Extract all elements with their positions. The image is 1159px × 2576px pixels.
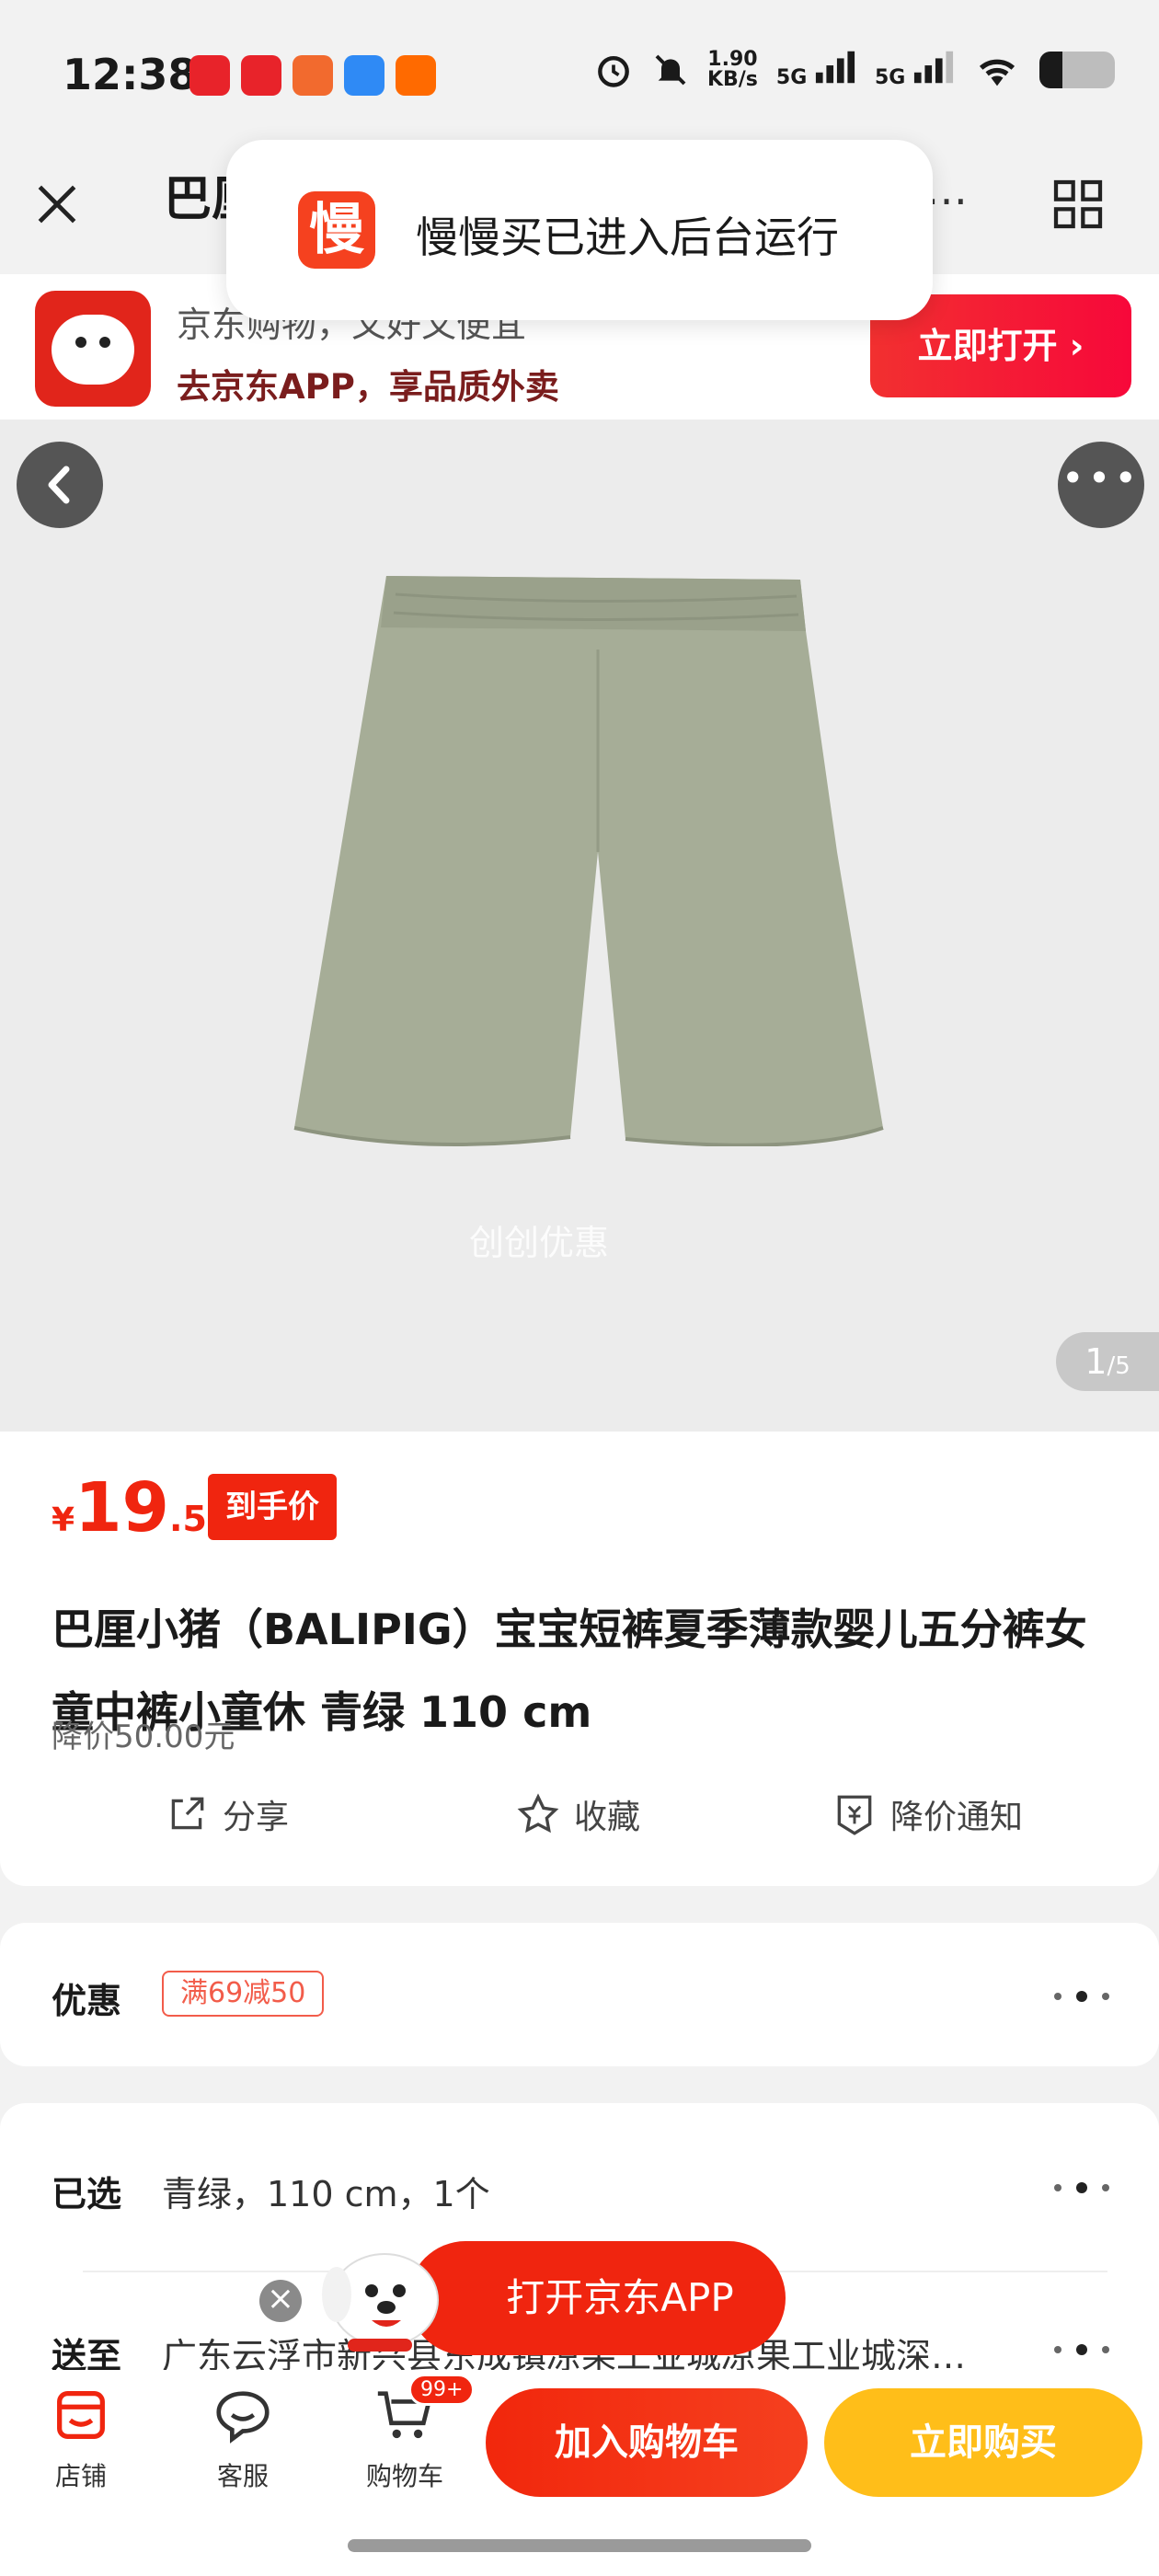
- cart-badge: 99+: [408, 2374, 476, 2406]
- jd-mascot-icon: [35, 291, 151, 407]
- mute-icon: [655, 54, 686, 86]
- manmanmai-logo-icon: 慢: [298, 191, 375, 269]
- promo-label: 优惠: [52, 1981, 122, 2021]
- app-notification-icon: [293, 55, 333, 96]
- system-icons: 1.90 KB/s 5G 5G: [593, 50, 1115, 90]
- chevron-left-icon: [48, 466, 70, 504]
- wifi-icon: [979, 59, 1016, 86]
- star-icon: [517, 1793, 559, 1834]
- final-price-badge: 到手价: [208, 1474, 337, 1540]
- more-options-button[interactable]: •••: [1058, 442, 1144, 528]
- app-notification-icon: [344, 55, 384, 96]
- alarm-icon: [598, 55, 629, 87]
- product-price: ¥19.50: [52, 1468, 232, 1547]
- store-icon: [57, 2391, 105, 2439]
- add-to-cart-button[interactable]: 加入购物车: [486, 2388, 808, 2497]
- selected-label: 已选: [52, 2174, 122, 2214]
- more-dots-icon[interactable]: [1054, 2340, 1109, 2359]
- image-counter: 1/5: [1056, 1332, 1159, 1391]
- signal-sim2: 5G: [875, 51, 955, 89]
- network-speed: 1.90 KB/s: [706, 48, 758, 91]
- image-watermark: 创创优惠: [469, 1223, 610, 1263]
- jd-mascot-icon: [322, 2253, 439, 2352]
- app-notification-icon: [189, 55, 230, 96]
- status-time: 12:38: [63, 50, 198, 99]
- menu-grid-icon[interactable]: [1049, 175, 1107, 234]
- more-dots-icon[interactable]: [1054, 1987, 1109, 2006]
- notification-icons: [189, 55, 436, 96]
- app-notification-icon: [241, 55, 281, 96]
- battery-icon: [1039, 52, 1115, 88]
- open-jd-app-button[interactable]: 打开京东APP: [408, 2241, 786, 2355]
- selected-spec[interactable]: 青绿，110 cm，1个: [162, 2166, 990, 2216]
- share-button[interactable]: 分享: [164, 1790, 289, 1838]
- chat-icon: [216, 2391, 270, 2444]
- close-icon[interactable]: [28, 175, 86, 234]
- signal-icon: [815, 51, 855, 84]
- price-tag-icon: [837, 1795, 872, 1835]
- more-dots-icon[interactable]: [1054, 2179, 1109, 2197]
- toast-message: 慢慢买已进入后台运行: [416, 213, 839, 262]
- share-icon: [171, 1797, 204, 1830]
- tab-cart[interactable]: 99+ 购物车: [350, 2374, 476, 2493]
- tab-customer-service[interactable]: 客服: [188, 2383, 298, 2493]
- tab-store[interactable]: 店铺: [26, 2383, 136, 2493]
- price-alert-button[interactable]: 降价通知: [832, 1790, 1023, 1838]
- bottom-action-bar: 店铺 客服 99+ 购物车 加入购物车 立即购买: [0, 2370, 1159, 2576]
- product-info-card: ¥19.50 到手价 巴厘小猪（BALIPIG）宝宝短裤夏季薄款婴儿五分裤女童中…: [0, 1432, 1159, 1886]
- signal-sim1: 5G: [776, 51, 856, 89]
- promotion-row[interactable]: 优惠 满69减50: [0, 1923, 1159, 2066]
- home-indicator[interactable]: [348, 2539, 811, 2552]
- close-float-button[interactable]: ×: [259, 2280, 302, 2322]
- app-notification-icon: [396, 55, 436, 96]
- background-toast: 慢 慢慢买已进入后台运行: [226, 140, 933, 320]
- favorite-button[interactable]: 收藏: [515, 1790, 640, 1838]
- buy-now-button[interactable]: 立即购买: [824, 2388, 1142, 2497]
- back-button[interactable]: [17, 442, 103, 528]
- status-bar: 12:38 1.90 KB/s 5G 5G: [0, 0, 1159, 147]
- product-image: [293, 576, 884, 1146]
- banner-subtitle: 去京东APP，享品质外卖: [177, 367, 559, 407]
- product-image-gallery[interactable]: ••• 创创优惠 1/5: [0, 420, 1159, 1432]
- signal-icon: [913, 51, 954, 84]
- product-actions: 分享 收藏 降价通知: [0, 1790, 1159, 1864]
- price-drop-text: 降价50.00元: [52, 1719, 235, 1755]
- coupon-badge: 满69减50: [162, 1971, 325, 2017]
